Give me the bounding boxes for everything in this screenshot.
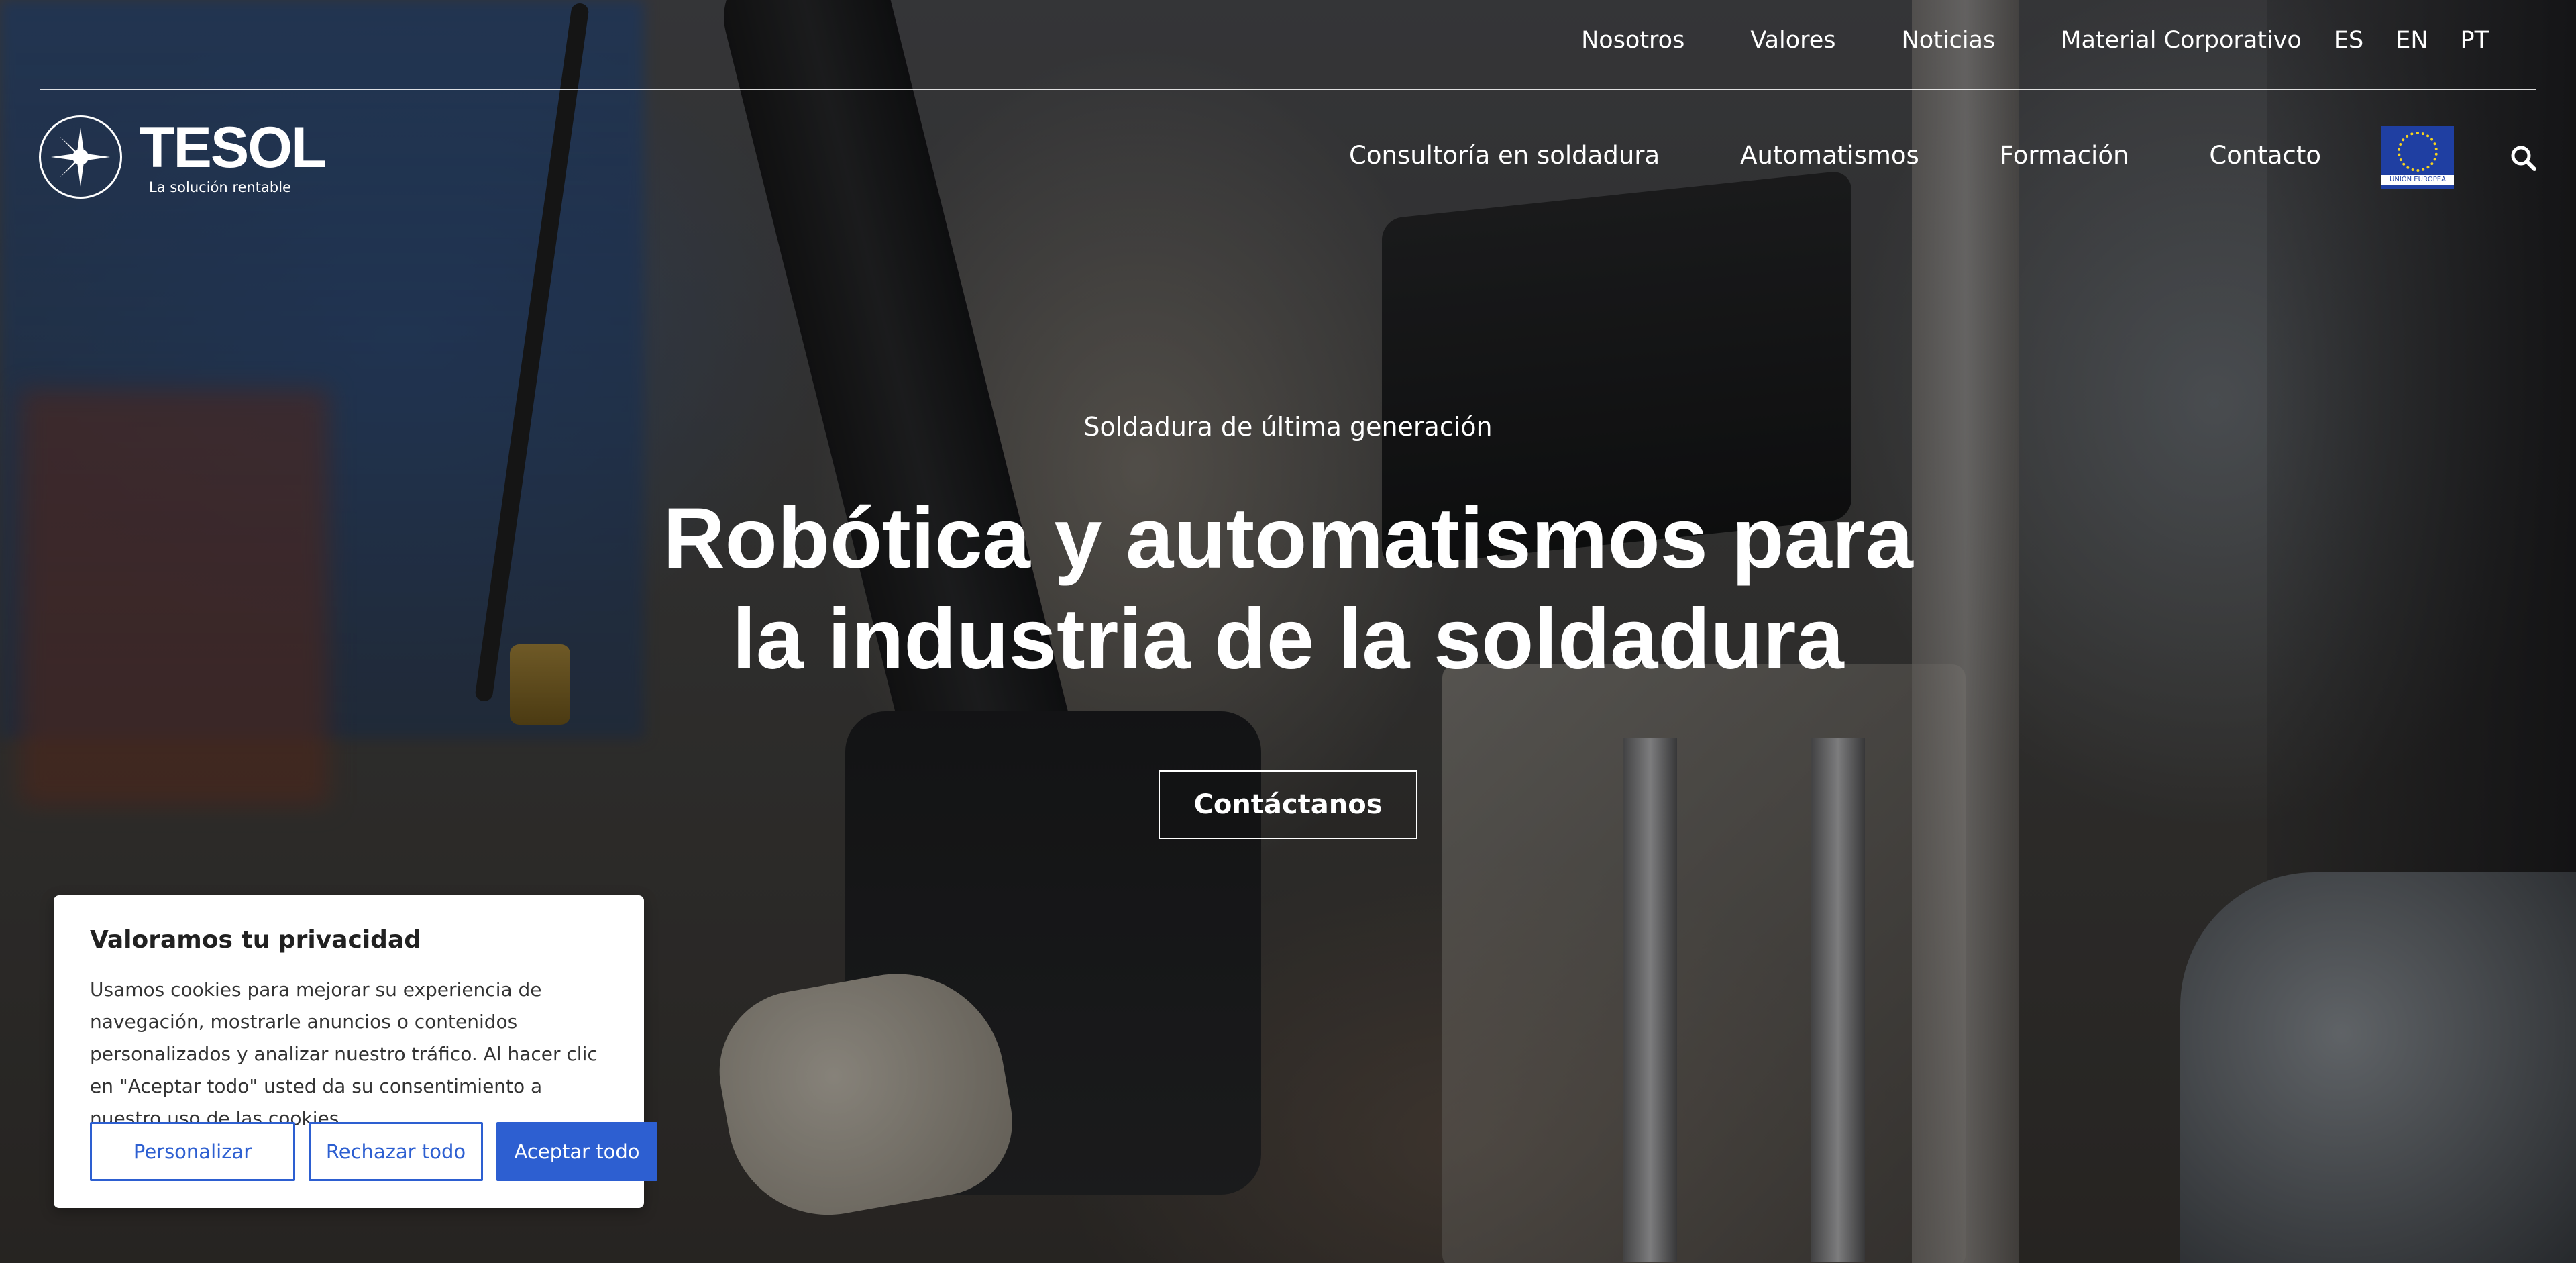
hero-title: Robótica y automatismos para la industri…: [0, 489, 2576, 690]
eu-label: UNIÓN EUROPEA: [2381, 174, 2454, 185]
nav-link-contacto[interactable]: Contacto: [2209, 141, 2321, 170]
nav-link-valores[interactable]: Valores: [1750, 27, 1835, 54]
logo-name: TESOL: [140, 115, 327, 180]
contact-cta-button[interactable]: Contáctanos: [1159, 770, 1417, 839]
search-button[interactable]: [2509, 144, 2538, 173]
nav-link-formacion[interactable]: Formación: [2000, 141, 2129, 170]
search-icon: [2511, 146, 2536, 171]
accept-all-button[interactable]: Aceptar todo: [496, 1122, 657, 1181]
logo-text: TESOL La solución rentable: [140, 115, 327, 195]
hero-title-line-2: la industria de la soldadura: [732, 591, 1844, 687]
language-switcher: ES EN PT: [2334, 27, 2489, 54]
lang-en[interactable]: EN: [2396, 27, 2428, 54]
reject-all-button[interactable]: Rechazar todo: [309, 1122, 483, 1181]
secondary-nav: Nosotros Valores Noticias Material Corpo…: [1515, 27, 2489, 54]
nav-link-material-corporativo[interactable]: Material Corporativo: [2061, 27, 2302, 54]
nav-link-automatismos[interactable]: Automatismos: [1740, 141, 1919, 170]
main-nav: Consultoría en soldadura Automatismos Fo…: [1269, 141, 2321, 170]
hero-background: Nosotros Valores Noticias Material Corpo…: [0, 0, 2576, 1263]
compass-star-icon: [39, 115, 122, 199]
customize-cookies-button[interactable]: Personalizar: [90, 1122, 295, 1181]
cookie-actions: Personalizar Rechazar todo Aceptar todo: [90, 1122, 657, 1181]
header-divider: [40, 89, 2536, 90]
lang-pt[interactable]: PT: [2461, 27, 2489, 54]
eu-flag-badge[interactable]: UNIÓN EUROPEA: [2381, 126, 2454, 189]
nav-link-consultoria[interactable]: Consultoría en soldadura: [1349, 141, 1660, 170]
eu-stars-icon: [2398, 131, 2438, 172]
top-bar: Nosotros Valores Noticias Material Corpo…: [0, 0, 2576, 89]
cookie-body-text: Usamos cookies para mejorar su experienc…: [90, 978, 598, 1129]
hero-title-line-1: Robótica y automatismos para: [663, 491, 1913, 587]
cookie-consent-dialog: Valoramos tu privacidad Usamos cookies p…: [54, 895, 657, 1208]
logo-tagline: La solución rentable: [149, 179, 291, 195]
nav-link-noticias[interactable]: Noticias: [1902, 27, 1996, 54]
nav-link-nosotros[interactable]: Nosotros: [1581, 27, 1684, 54]
hero-eyebrow: Soldadura de última generación: [1083, 412, 1493, 442]
logo[interactable]: TESOL La solución rentable: [39, 115, 327, 199]
lang-es[interactable]: ES: [2334, 27, 2363, 54]
cookie-title: Valoramos tu privacidad: [90, 926, 422, 954]
